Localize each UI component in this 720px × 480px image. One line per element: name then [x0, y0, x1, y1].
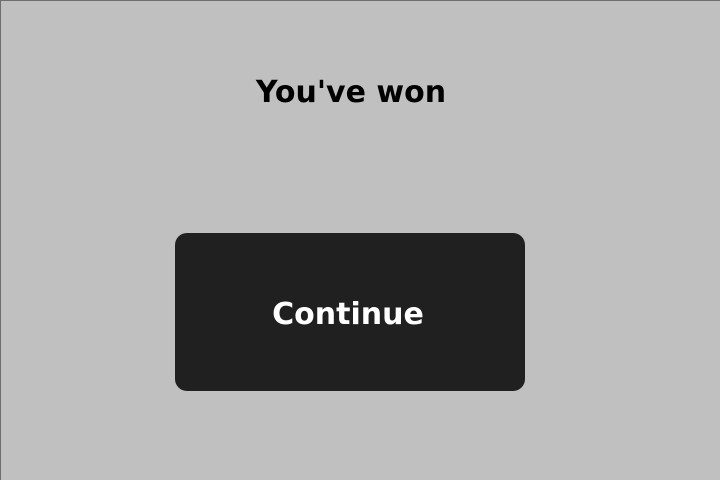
continue-button[interactable]: Continue [175, 233, 525, 391]
continue-button-label: Continue [272, 296, 424, 332]
win-message-title: You've won [255, 75, 447, 110]
win-screen: You've won Continue [0, 0, 720, 480]
